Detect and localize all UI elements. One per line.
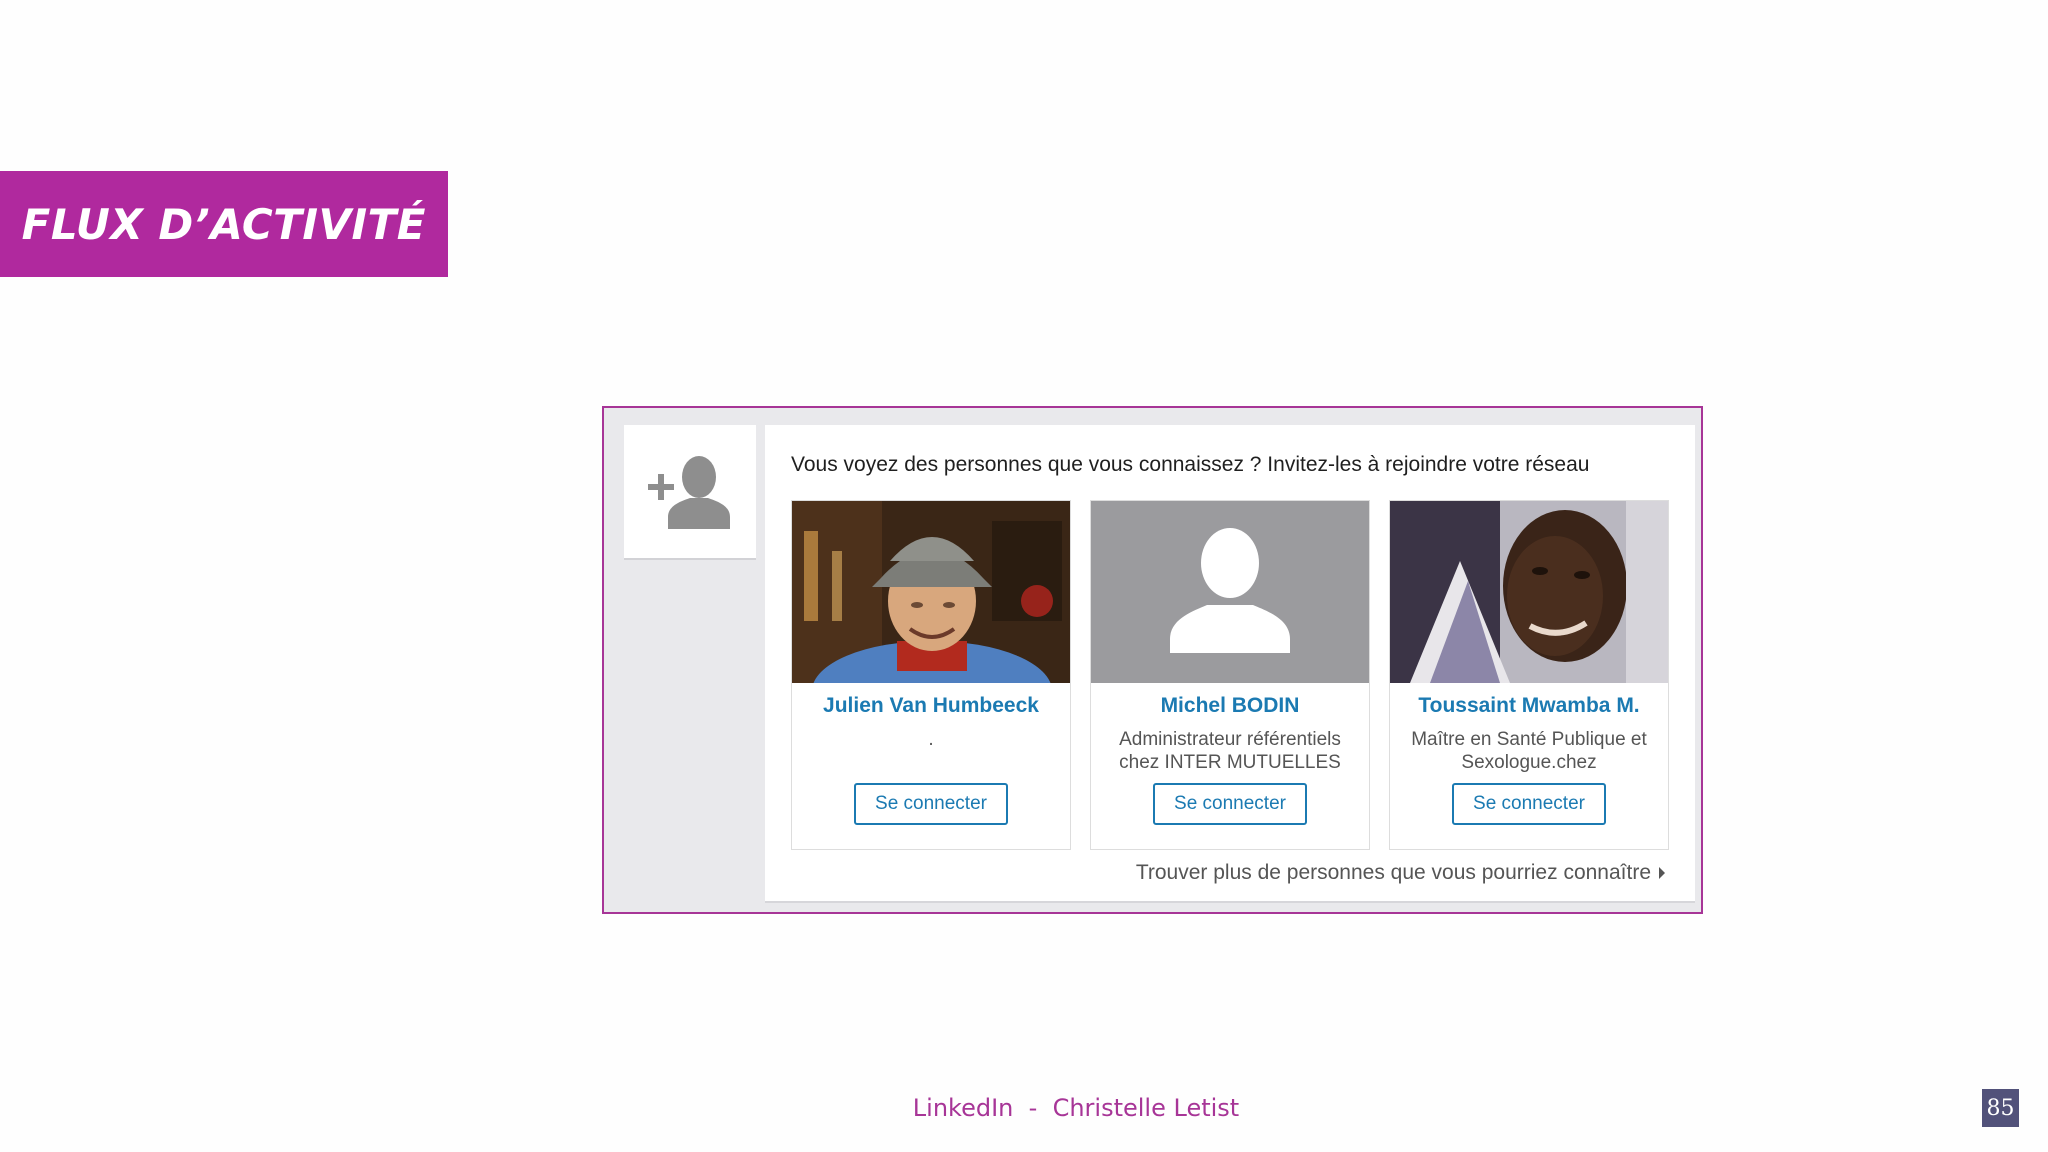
profile-photo[interactable] — [1390, 501, 1668, 683]
connect-button[interactable]: Se connecter — [1452, 783, 1606, 825]
add-person-icon-tile — [624, 425, 756, 560]
slide-title: FLUX D’ACTIVITÉ — [21, 199, 426, 249]
find-more-label: Trouver plus de personnes que vous pourr… — [1135, 861, 1651, 884]
caret-right-icon — [1659, 867, 1665, 879]
footer-left: LinkedIn — [912, 1094, 1014, 1122]
person-headline: Maître en Santé Publique et Sexologue.ch… — [1411, 729, 1647, 773]
person-silhouette-icon — [1091, 501, 1369, 683]
find-more-link[interactable]: Trouver plus de personnes que vous pourr… — [1136, 861, 1665, 885]
person-card-2: Michel BODIN Administrateur référentiels… — [1090, 500, 1370, 850]
profile-photo-placeholder[interactable] — [1091, 501, 1369, 683]
connect-button[interactable]: Se connecter — [854, 783, 1008, 825]
footer-right: Christelle Letist — [1052, 1094, 1240, 1122]
connect-button[interactable]: Se connecter — [1153, 783, 1307, 825]
person-headline: Administrateur référentiels chez INTER M… — [1119, 729, 1341, 773]
person-card-1: Julien Van Humbeeck . Se connecter — [791, 500, 1071, 850]
add-person-icon — [648, 456, 730, 529]
suggestions-panel: Vous voyez des personnes que vous connai… — [765, 425, 1695, 903]
person-name[interactable]: Michel BODIN — [1091, 694, 1369, 718]
footer-separator: - — [1028, 1094, 1038, 1122]
person-name[interactable]: Julien Van Humbeeck — [792, 694, 1070, 718]
slide-title-band: FLUX D’ACTIVITÉ — [0, 171, 448, 277]
person-headline: . — [928, 729, 934, 750]
slide-footer: LinkedIn - Christelle Letist — [0, 1094, 2048, 1122]
page-number: 85 — [1982, 1089, 2019, 1127]
profile-photo[interactable] — [792, 501, 1070, 683]
person-card-3: Toussaint Mwamba M. Maître en Santé Publ… — [1389, 500, 1669, 850]
invite-prompt: Vous voyez des personnes que vous connai… — [791, 453, 1590, 476]
person-name[interactable]: Toussaint Mwamba M. — [1390, 694, 1668, 718]
people-you-may-know-widget: Vous voyez des personnes que vous connai… — [602, 406, 1703, 914]
